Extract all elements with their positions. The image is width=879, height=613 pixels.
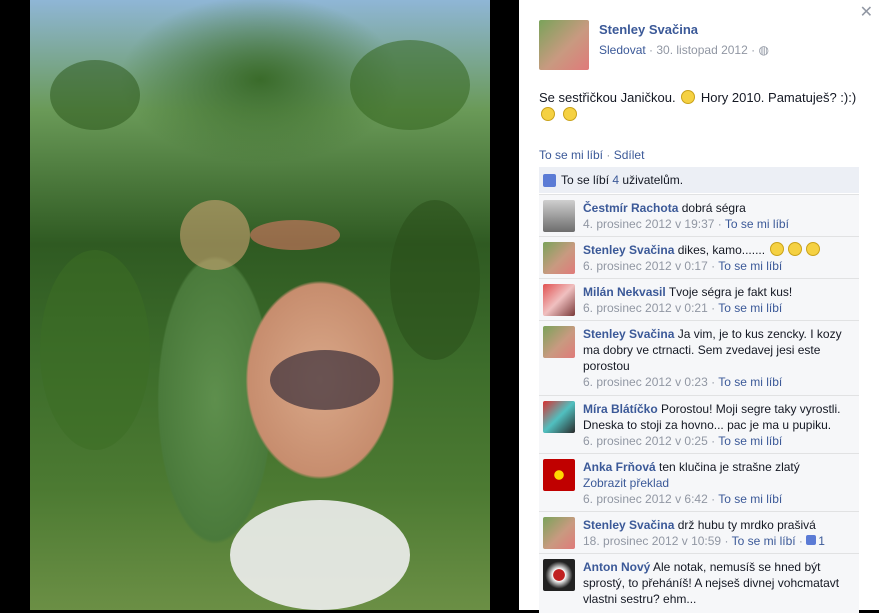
comment: Anton Nový Ale notak, nemusíš se hned bý… — [539, 553, 859, 613]
comment: Stenley Svačina Ja vim, je to kus zencky… — [539, 320, 859, 395]
avatar[interactable] — [539, 20, 589, 70]
comment-like-link[interactable]: To se mi líbí — [725, 217, 789, 231]
comment-like-link[interactable]: To se mi líbí — [718, 492, 782, 506]
share-link[interactable]: Sdílet — [614, 148, 645, 162]
comment-author[interactable]: Čestmír Rachota — [583, 201, 678, 215]
post-date[interactable]: · 30. listopad 2012 · — [649, 43, 755, 57]
comments-list: Čestmír Rachota dobrá ségra 4. prosinec … — [539, 194, 859, 613]
comment: Stenley Svačina drž hubu ty mrdko prašiv… — [539, 511, 859, 553]
follow-link[interactable]: Sledovat — [599, 43, 646, 57]
comment-like-link[interactable]: To se mi líbí — [718, 259, 782, 273]
comment-like-link[interactable]: To se mi líbí — [732, 534, 796, 548]
translate-link[interactable]: Zobrazit překlad — [583, 475, 853, 491]
comment: Čestmír Rachota dobrá ségra 4. prosinec … — [539, 194, 859, 236]
smile-emoticon-icon — [788, 242, 803, 256]
comment: Míra Blátíčko Porostou! Moji segre taky … — [539, 395, 859, 453]
comment-author[interactable]: Anton Nový — [583, 560, 650, 574]
comment-time[interactable]: 4. prosinec 2012 v 19:37 — [583, 217, 714, 231]
smile-emoticon-icon — [770, 242, 785, 256]
comment-like-link[interactable]: To se mi líbí — [718, 375, 782, 389]
photo-viewer — [0, 0, 519, 610]
comment-time[interactable]: 6. prosinec 2012 v 0:21 — [583, 301, 708, 315]
thumbs-up-icon — [543, 173, 556, 187]
comment-text: drž hubu ty mrdko prašivá — [677, 518, 816, 532]
comment-like-count[interactable]: 1 — [806, 534, 825, 548]
comment-like-link[interactable]: To se mi líbí — [718, 434, 782, 448]
commenter-avatar[interactable] — [543, 459, 575, 491]
photo[interactable] — [30, 0, 490, 610]
commenter-avatar[interactable] — [543, 200, 575, 232]
likes-summary: To se líbí 4 uživatelům. — [539, 167, 859, 193]
comment-time[interactable]: 18. prosinec 2012 v 10:59 — [583, 534, 721, 548]
comment-time[interactable]: 6. prosinec 2012 v 0:17 — [583, 259, 708, 273]
comment-text: dikes, kamo....... — [677, 243, 766, 257]
comment-time[interactable]: 6. prosinec 2012 v 0:23 — [583, 375, 708, 389]
comment-like-link[interactable]: To se mi líbí — [718, 301, 782, 315]
comment-author[interactable]: Milán Nekvasil — [583, 285, 666, 299]
commenter-avatar[interactable] — [543, 326, 575, 358]
comment-author[interactable]: Stenley Svačina — [583, 327, 674, 341]
like-link[interactable]: To se mi líbí — [539, 148, 603, 162]
post-header: Stenley Svačina Sledovat · 30. listopad … — [539, 20, 769, 70]
commenter-avatar[interactable] — [543, 517, 575, 549]
commenter-avatar[interactable] — [543, 284, 575, 316]
author-name[interactable]: Stenley Svačina — [599, 22, 769, 37]
comment-text: dobrá ségra — [681, 201, 746, 215]
comment-author[interactable]: Stenley Svačina — [583, 518, 674, 532]
smile-emoticon-icon — [541, 107, 555, 121]
comment: Anka Frňová ten klučina je strašne zlatý… — [539, 453, 859, 511]
comment: Milán Nekvasil Tvoje ségra je fakt kus! … — [539, 278, 859, 320]
globe-icon[interactable]: ◍ — [758, 43, 768, 57]
wink-emoticon-icon — [562, 107, 577, 121]
smile-emoticon-icon — [806, 242, 821, 256]
thumbs-up-icon — [806, 535, 817, 545]
comment-time[interactable]: 6. prosinec 2012 v 6:42 — [583, 492, 708, 506]
comment-time[interactable]: 6. prosinec 2012 v 0:25 — [583, 434, 708, 448]
post-text: Se sestřičkou Janičkou. Hory 2010. Pamat… — [539, 89, 869, 123]
comment-author[interactable]: Stenley Svačina — [583, 243, 674, 257]
commenter-avatar[interactable] — [543, 559, 575, 591]
photo-sidebar: ✕ Stenley Svačina Sledovat · 30. listopa… — [519, 0, 879, 613]
comment-text: ten klučina je strašne zlatý — [659, 460, 800, 474]
comment-author[interactable]: Anka Frňová — [583, 460, 656, 474]
commenter-avatar[interactable] — [543, 401, 575, 433]
likes-count-link[interactable]: 4 — [612, 173, 619, 187]
comment-author[interactable]: Míra Blátíčko — [583, 402, 658, 416]
comment-text: Tvoje ségra je fakt kus! — [668, 285, 793, 299]
smile-emoticon-icon — [681, 90, 696, 104]
commenter-avatar[interactable] — [543, 242, 575, 274]
post-actions: To se mi líbí · Sdílet — [539, 148, 645, 162]
comment: Stenley Svačina dikes, kamo....... 6. pr… — [539, 236, 859, 278]
close-icon[interactable]: ✕ — [860, 2, 873, 22]
